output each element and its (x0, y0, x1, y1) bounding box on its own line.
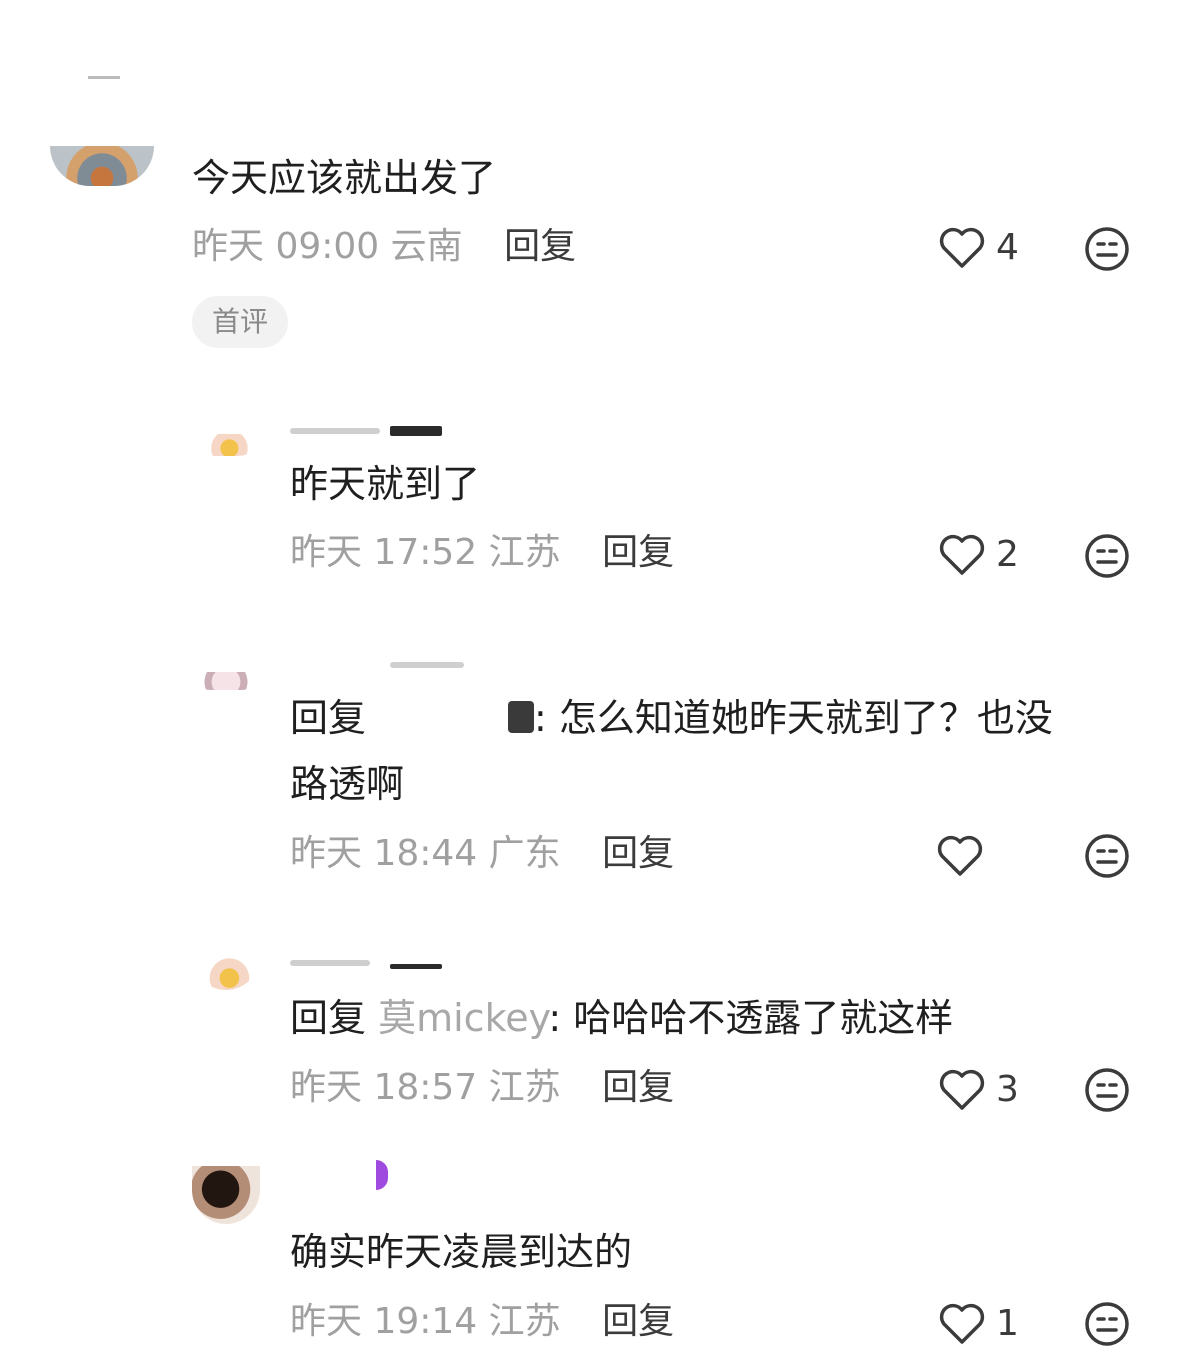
comment-location: 江苏 (488, 1301, 561, 1342)
comment-time: 昨天 18:44 (290, 833, 478, 874)
comment-meta: 昨天 18:44 广东 回复 (290, 832, 674, 876)
comment-meta: 昨天 18:57 江苏 回复 (290, 1066, 674, 1110)
comment-body: : 哈哈哈不透露了就这样 (548, 996, 954, 1040)
like-count: 2 (996, 534, 1019, 575)
avatar[interactable] (192, 672, 260, 690)
like-count: 3 (996, 1069, 1019, 1110)
comment-time: 昨天 18:57 (290, 1067, 478, 1108)
comment-time: 昨天 19:14 (290, 1301, 478, 1342)
meh-face-icon[interactable] (1083, 832, 1131, 880)
comment-text: 今天应该就出发了 (192, 156, 497, 200)
comment-text: 昨天就到了 (290, 462, 481, 506)
comment-location: 江苏 (488, 532, 561, 573)
like-button[interactable]: 1 (938, 1302, 1019, 1346)
comment-text: 回复 莫mickey: 哈哈哈不透露了就这样 (290, 986, 953, 1050)
reply-prefix: 回复 (290, 996, 367, 1040)
username-fragment (290, 960, 370, 966)
first-comment-badge: 首评 (192, 296, 288, 348)
meh-face-icon[interactable] (1083, 225, 1131, 273)
avatar[interactable] (192, 956, 260, 990)
comment-body: : 怎么知道她昨天就到了？也没 (534, 696, 1053, 740)
username-fragment (290, 428, 380, 434)
like-button[interactable]: 2 (938, 533, 1019, 577)
avatar[interactable] (192, 1166, 260, 1224)
heart-outline-icon (937, 835, 983, 876)
comment-location: 广东 (488, 833, 561, 874)
meh-face-icon[interactable] (1083, 1066, 1131, 1114)
meh-face-icon[interactable] (1083, 1300, 1131, 1348)
avatar[interactable] (50, 146, 154, 186)
comment-text: 回复 : 怎么知道她昨天就到了？也没 (290, 686, 1053, 750)
username-fragment (390, 964, 442, 969)
like-button[interactable]: 3 (938, 1068, 1019, 1112)
reply-button[interactable]: 回复 (602, 1301, 674, 1342)
reply-button[interactable]: 回复 (602, 1067, 674, 1108)
comment-text: 确实昨天凌晨到达的 (290, 1230, 633, 1274)
username-fragment (376, 1160, 388, 1190)
like-button[interactable]: 4 (938, 226, 1019, 270)
comment-meta: 昨天 17:52 江苏 回复 (290, 531, 674, 575)
reply-prefix: 回复 (290, 696, 367, 740)
comment-meta: 昨天 09:00 云南 回复 (192, 225, 576, 269)
avatar[interactable] (192, 434, 260, 456)
like-button[interactable] (936, 834, 994, 878)
heart-outline-icon (939, 1303, 985, 1344)
heart-outline-icon (939, 1069, 985, 1110)
camera-icon (508, 700, 535, 733)
heart-outline-icon (939, 227, 985, 268)
meh-face-icon[interactable] (1083, 532, 1131, 580)
like-count: 1 (996, 1303, 1019, 1344)
comment-location: 云南 (390, 226, 463, 267)
comment-text-continued: 路透啊 (290, 762, 405, 806)
reply-button[interactable]: 回复 (504, 226, 576, 267)
comment-meta: 昨天 19:14 江苏 回复 (290, 1300, 674, 1344)
username-fragment (88, 76, 120, 79)
comment-time: 昨天 09:00 (192, 226, 380, 267)
mention-link[interactable]: 莫mickey (378, 996, 548, 1040)
like-count: 4 (996, 227, 1019, 268)
reply-button[interactable]: 回复 (602, 532, 674, 573)
username-fragment (390, 426, 442, 436)
reply-button[interactable]: 回复 (602, 833, 674, 874)
heart-outline-icon (939, 534, 985, 575)
comment-location: 江苏 (488, 1067, 561, 1108)
username-fragment (390, 662, 464, 668)
comment-time: 昨天 17:52 (290, 532, 478, 573)
